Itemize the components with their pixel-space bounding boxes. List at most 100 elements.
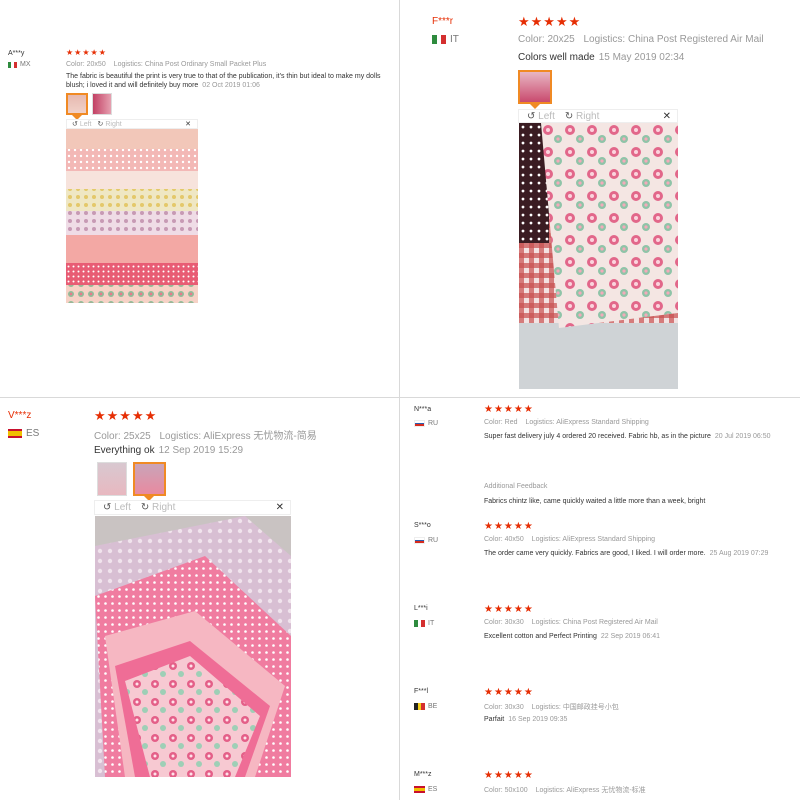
star-rating: ★★★★★ xyxy=(484,604,534,615)
color-value: 25x25 xyxy=(123,431,151,442)
review-meta: Color: 30x30 Logistics: 中国邮政挂号小包 xyxy=(484,704,619,711)
star-rating: ★★★★★ xyxy=(484,521,534,532)
review-meta: Color: 30x30 Logistics: China Post Regis… xyxy=(484,619,658,626)
logistics-value: AliExpress 无忧物流-标准 xyxy=(566,787,646,794)
logistics-value: China Post Ordinary Small Packet Plus xyxy=(144,61,267,68)
review-meta: Color: 20x50 Logistics: China Post Ordin… xyxy=(66,61,267,68)
rotate-left-icon: ↺ xyxy=(72,121,78,128)
logistics-value: AliExpress 无忧物流-简易 xyxy=(203,431,317,442)
review-photo-thumbnail[interactable] xyxy=(133,462,166,496)
rotate-left-icon: ↺ xyxy=(103,502,112,513)
review-meta: Color: 40x50 Logistics: AliExpress Stand… xyxy=(484,536,656,543)
rotate-right-icon: ↻ xyxy=(140,502,150,513)
review-meta: Color: Red Logistics: AliExpress Standar… xyxy=(484,419,649,426)
reviewer-country: ES xyxy=(414,786,437,793)
color-value: 30x30 xyxy=(504,704,524,711)
rotate-right-icon: ↻ xyxy=(97,121,104,128)
review-text: Super fast delivery july 4 ordered 20 re… xyxy=(484,433,771,440)
logistics-value: 中国邮政挂号小包 xyxy=(562,704,619,711)
flag-be-icon xyxy=(414,703,425,710)
panel-divider-vertical xyxy=(399,0,400,800)
flag-ru-icon xyxy=(414,537,425,544)
star-rating: ★★★★★ xyxy=(518,14,582,29)
panel-divider-horizontal xyxy=(0,397,800,398)
review-text: The order came very quickly. Fabrics are… xyxy=(484,550,769,557)
review-text: The fabric is beautiful the print is ver… xyxy=(66,73,381,89)
review-text: Parfait 16 Sep 2019 09:35 xyxy=(484,716,568,723)
flag-es-icon xyxy=(8,429,22,438)
logistics-value: China Post Registered Air Mail xyxy=(562,619,658,626)
reviewer-country: RU xyxy=(414,420,438,427)
logistics-value: AliExpress Standard Shipping xyxy=(562,536,656,543)
review-meta: Color: 20x25 Logistics: China Post Regis… xyxy=(518,34,764,45)
additional-feedback-text: Fabrics chintz like, came quickly waited… xyxy=(484,498,706,505)
star-rating: ★★★★★ xyxy=(94,408,158,423)
additional-feedback-heading: Additional Feedback xyxy=(484,483,548,490)
review-photo-large xyxy=(519,123,678,389)
review-date: 16 Sep 2019 09:35 xyxy=(508,716,568,723)
rotate-right-button[interactable]: ↻ Right xyxy=(97,120,122,129)
star-rating: ★★★★★ xyxy=(484,770,534,781)
review-meta: Color: 50x100 Logistics: AliExpress 无忧物流… xyxy=(484,787,646,794)
reviewer-name: M***z xyxy=(414,771,432,778)
image-viewer-toolbar: ↺ Left ↻ Right ✕ xyxy=(94,500,291,515)
close-icon[interactable]: ✕ xyxy=(663,111,671,122)
flag-es-icon xyxy=(414,786,425,793)
rotate-right-button[interactable]: ↻ Right xyxy=(565,111,600,122)
rotate-right-icon: ↻ xyxy=(564,110,574,122)
review-photo-thumbnail[interactable] xyxy=(518,70,552,104)
review-date: 02 Oct 2019 01:06 xyxy=(202,82,260,89)
logistics-value: AliExpress Standard Shipping xyxy=(556,419,649,426)
review-photo-thumbnail[interactable] xyxy=(92,93,112,115)
rotate-left-button[interactable]: ↺ Left xyxy=(72,120,92,129)
review-text: Colors well made 15 May 2019 02:34 xyxy=(518,52,685,63)
star-rating: ★★★★★ xyxy=(484,404,534,415)
reviewer-name: F***l xyxy=(414,688,429,695)
color-value: 20x25 xyxy=(547,34,575,45)
review-date: 25 Aug 2019 07:29 xyxy=(709,550,769,557)
review-photo-thumbnail[interactable] xyxy=(97,462,127,496)
flag-it-icon xyxy=(432,35,446,44)
rotate-left-icon: ↺ xyxy=(527,110,536,122)
review-photo-large xyxy=(66,129,198,303)
reviewer-country: RU xyxy=(414,537,438,544)
color-value: 40x50 xyxy=(504,536,524,543)
flag-it-icon xyxy=(414,620,425,627)
reviewer-country: IT xyxy=(414,620,434,627)
color-value: 50x100 xyxy=(504,787,528,794)
reviewer-country: BE xyxy=(414,703,437,710)
review-date: 22 Sep 2019 06:41 xyxy=(600,633,661,640)
review-date: 15 May 2019 02:34 xyxy=(598,52,685,63)
reviewer-country: IT xyxy=(432,34,459,45)
reviewer-name: N***a xyxy=(414,406,432,413)
rotate-left-button[interactable]: ↺ Left xyxy=(527,111,555,122)
review-date: 12 Sep 2019 15:29 xyxy=(158,445,244,456)
color-value: 30x30 xyxy=(504,619,524,626)
rotate-right-button[interactable]: ↻ Right xyxy=(141,502,176,513)
reviewer-name: V***z xyxy=(8,410,32,421)
color-value: Red xyxy=(504,419,518,426)
reviewer-name: L***i xyxy=(414,605,428,612)
review-text: Everything ok 12 Sep 2019 15:29 xyxy=(94,445,244,456)
flag-ru-icon xyxy=(414,420,425,427)
reviewer-country: ES xyxy=(8,428,39,439)
reviewer-name: F***r xyxy=(432,16,454,27)
reviewer-country: MX xyxy=(8,61,31,68)
flag-mx-icon xyxy=(8,61,17,68)
color-value: 20x50 xyxy=(86,61,106,68)
review-meta: Color: 25x25 Logistics: AliExpress 无忧物流-… xyxy=(94,431,317,442)
rotate-left-button[interactable]: ↺ Left xyxy=(103,502,131,513)
reviewer-name: A***y xyxy=(8,50,25,57)
image-viewer-toolbar: ↺ Left ↻ Right ✕ xyxy=(518,109,678,123)
star-rating: ★★★★★ xyxy=(484,687,534,698)
review-date: 20 Jul 2019 06:50 xyxy=(714,433,771,440)
review-photo-thumbnail[interactable] xyxy=(66,93,88,115)
star-rating: ★★★★★ xyxy=(66,48,107,57)
close-icon[interactable]: ✕ xyxy=(276,502,284,513)
reviewer-name: S***o xyxy=(414,522,431,529)
close-icon[interactable]: ✕ xyxy=(185,120,191,128)
review-text: Excellent cotton and Perfect Printing 22 … xyxy=(484,633,661,640)
review-photo-large xyxy=(95,516,291,777)
image-viewer-toolbar: ↺ Left ↻ Right ✕ xyxy=(66,119,198,129)
logistics-value: China Post Registered Air Mail xyxy=(627,34,764,45)
